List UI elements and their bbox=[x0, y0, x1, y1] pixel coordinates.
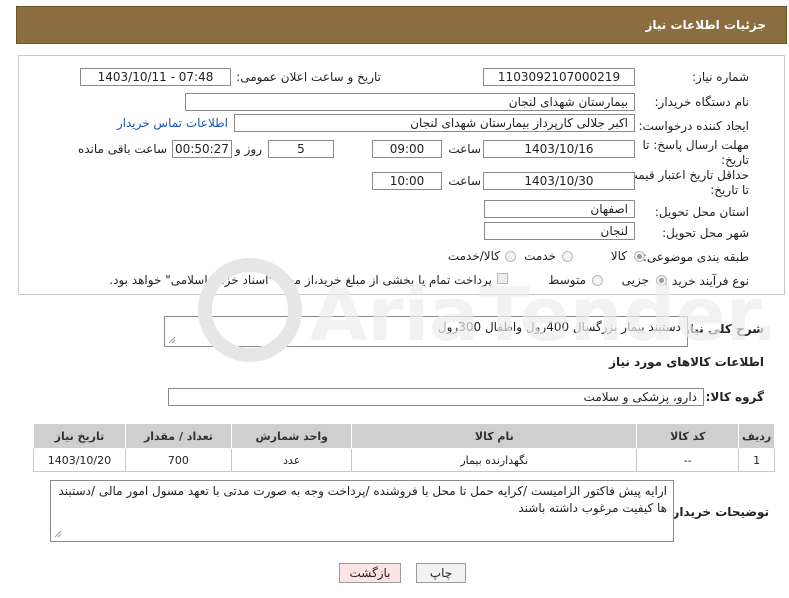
col-qty: تعداد / مقدار bbox=[124, 423, 233, 449]
page-title: جزئیات اطلاعات نیاز bbox=[645, 18, 766, 32]
deadline-label: مهلت ارسال پاسخ: تا تاریخ: bbox=[642, 138, 749, 167]
requester-field: اکبر جلالی کارپرداز بیمارستان شهدای لنجا… bbox=[234, 114, 635, 132]
goods-group-label: گروه کالا: bbox=[705, 390, 764, 404]
buyer-contact-link[interactable]: اطلاعات تماس خریدار bbox=[117, 116, 228, 130]
col-unit: واحد شمارش bbox=[230, 423, 353, 449]
table-row: 1403/10/20 700 عدد نگهدارنده بیمار -- 1 bbox=[33, 448, 775, 472]
purchase-option-minor: جزیی bbox=[621, 273, 649, 287]
city-label: شهر محل تحویل: bbox=[662, 226, 749, 240]
price-validity-date-field: 1403/10/30 bbox=[483, 172, 635, 190]
page-header: جزئیات اطلاعات نیاز bbox=[16, 6, 787, 44]
cell-code: -- bbox=[636, 448, 740, 472]
col-row: ردیف bbox=[738, 423, 775, 449]
cell-date: 1403/10/20 bbox=[33, 448, 126, 472]
cell-qty: 700 bbox=[124, 448, 233, 472]
buyer-org-field: بیمارستان شهدای لنجان bbox=[185, 93, 635, 111]
resize-grip-icon bbox=[54, 530, 62, 538]
treasury-payment-checkbox[interactable] bbox=[497, 273, 508, 284]
category-option-goods-service: کالا/خدمت bbox=[447, 249, 500, 263]
goods-table: تاریخ نیاز تعداد / مقدار واحد شمارش نام … bbox=[33, 423, 775, 472]
category-radio-goods[interactable] bbox=[634, 251, 645, 262]
col-name: نام کالا bbox=[351, 423, 638, 449]
buyer-notes-label: توضیحات خریدار: bbox=[667, 505, 769, 519]
print-button[interactable]: چاپ bbox=[416, 563, 466, 583]
days-field: 5 bbox=[268, 140, 334, 158]
goods-group-field: دارو، پزشکی و سلامت bbox=[168, 388, 704, 406]
category-label: طبقه بندی موضوعی: bbox=[642, 250, 749, 264]
col-code: کد کالا bbox=[636, 423, 740, 449]
cell-unit: عدد bbox=[230, 448, 353, 472]
category-radio-service[interactable] bbox=[562, 251, 573, 262]
buyer-org-label: نام دستگاه خریدار: bbox=[654, 95, 750, 109]
resize-grip-icon bbox=[168, 336, 176, 344]
cell-row: 1 bbox=[738, 448, 775, 472]
description-label: شرح کلی نیاز: bbox=[678, 322, 764, 336]
province-field: اصفهان bbox=[484, 200, 635, 218]
buyer-notes-field: ارایه پیش فاکتور الزامیست /کرایه حمل تا … bbox=[50, 480, 674, 542]
announce-date-field: 1403/10/11 - 07:48 bbox=[80, 68, 231, 86]
need-number-label: شماره نیاز: bbox=[692, 70, 749, 84]
remaining-time-label: ساعت باقی مانده bbox=[77, 142, 167, 156]
deadline-time-field: 09:00 bbox=[372, 140, 442, 158]
deadline-date-field: 1403/10/16 bbox=[483, 140, 635, 158]
goods-table-header: تاریخ نیاز تعداد / مقدار واحد شمارش نام … bbox=[33, 423, 775, 449]
remaining-time-field: 00:50:27 bbox=[172, 140, 232, 158]
announce-date-label: تاریخ و ساعت اعلان عمومی: bbox=[236, 70, 381, 84]
purchase-radio-medium[interactable] bbox=[592, 275, 603, 286]
province-label: استان محل تحویل: bbox=[654, 205, 749, 219]
purchase-option-medium: متوسط bbox=[548, 273, 586, 287]
days-label: روز و bbox=[235, 142, 262, 156]
price-validity-time-field: 10:00 bbox=[372, 172, 442, 190]
cell-name: نگهدارنده بیمار bbox=[351, 448, 638, 472]
price-validity-time-label: ساعت bbox=[448, 174, 481, 188]
treasury-payment-note: پرداخت تمام یا بخشی از مبلغ خرید،از محل … bbox=[109, 273, 492, 287]
requester-label: ایجاد کننده درخواست: bbox=[638, 119, 749, 133]
category-option-service: خدمت bbox=[524, 249, 556, 263]
need-number-field: 1103092107000219 bbox=[483, 68, 635, 86]
city-field: لنجان bbox=[484, 222, 635, 240]
deadline-time-label: ساعت bbox=[448, 142, 481, 156]
description-field: دستبند بیمار بزرگسال 400رول واطفال 300رو… bbox=[164, 316, 688, 347]
goods-section-title: اطلاعات کالاهای مورد نیاز bbox=[609, 355, 764, 369]
purchase-type-label: نوع فرآیند خرید : bbox=[664, 274, 749, 288]
purchase-radio-minor[interactable] bbox=[656, 275, 667, 286]
category-radio-goods-service[interactable] bbox=[505, 251, 516, 262]
back-button[interactable]: بازگشت bbox=[339, 563, 401, 583]
category-option-goods: کالا bbox=[610, 249, 627, 263]
col-date: تاریخ نیاز bbox=[33, 423, 126, 449]
